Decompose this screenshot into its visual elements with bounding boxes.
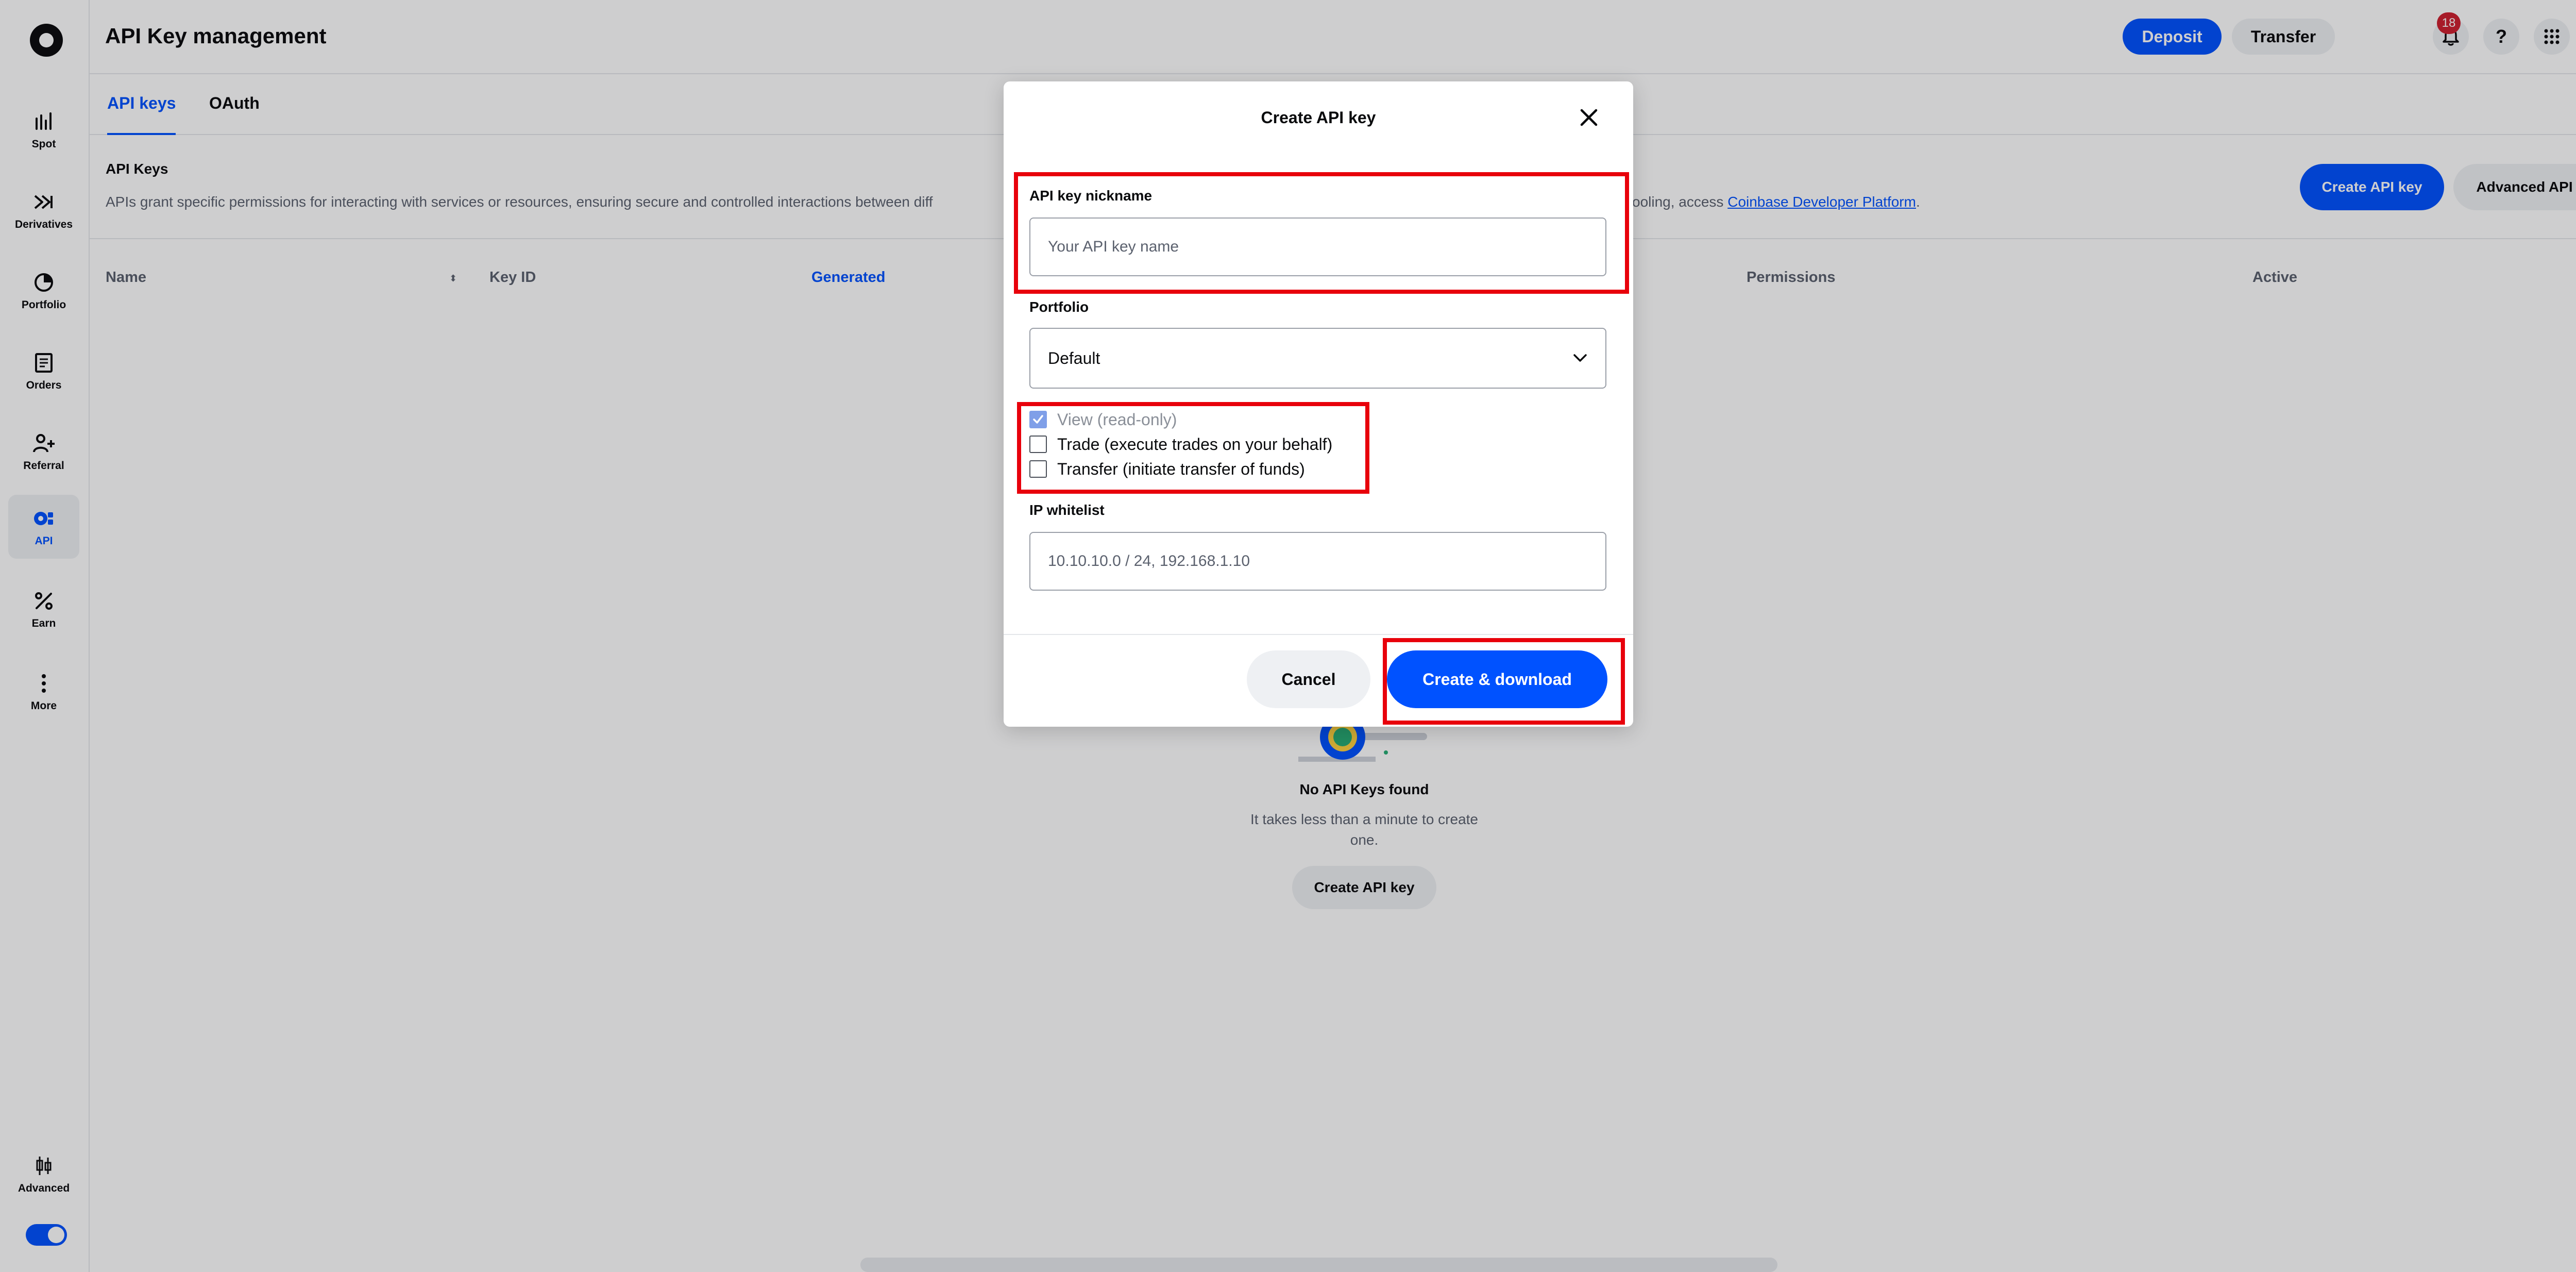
portfolio-label: Portfolio — [1029, 299, 1089, 315]
highlight-permissions-box — [1017, 402, 1369, 494]
dialog-title: Create API key — [1261, 108, 1376, 127]
portfolio-selected-value: Default — [1048, 348, 1100, 367]
chevron-down-icon — [1573, 354, 1587, 362]
portfolio-select[interactable]: Default — [1029, 328, 1606, 389]
close-icon — [1580, 109, 1598, 126]
highlight-create-button-box — [1383, 638, 1625, 725]
cancel-button[interactable]: Cancel — [1247, 650, 1370, 708]
highlight-nickname-box — [1014, 172, 1629, 294]
ip-whitelist-label: IP whitelist — [1029, 502, 1105, 518]
dialog-footer-divider — [1004, 634, 1633, 635]
close-button[interactable] — [1579, 107, 1599, 128]
ip-whitelist-input[interactable] — [1029, 532, 1606, 591]
